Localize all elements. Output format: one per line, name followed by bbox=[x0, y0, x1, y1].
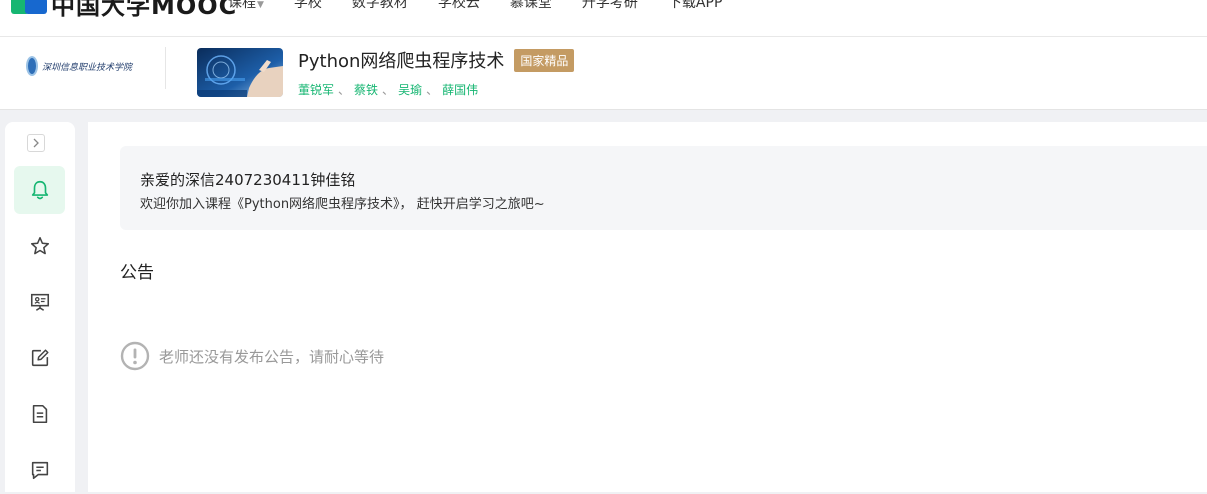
course-header: 深圳信息职业技术学院 Python网络爬虫程序技术 国家精品 董锐军、蔡铁、吴瑜… bbox=[0, 37, 1207, 110]
sidebar-item-courseware[interactable] bbox=[14, 278, 65, 326]
message-icon bbox=[31, 461, 48, 480]
nav-item-label: 课程 bbox=[228, 0, 256, 11]
national-quality-badge: 国家精品 bbox=[514, 48, 575, 72]
sidebar-item-assignments[interactable] bbox=[14, 334, 65, 382]
course-title: Python网络爬虫程序技术 bbox=[298, 51, 505, 72]
nav-item-mooc-classroom[interactable]: 慕课堂 bbox=[510, 0, 552, 12]
nav-item-schools[interactable]: 学校 bbox=[294, 0, 322, 12]
school-logo-text: 深圳信息职业技术学院 bbox=[41, 62, 132, 73]
nav-item-download-app[interactable]: 下载APP bbox=[668, 0, 722, 12]
sidebar-item-favorites[interactable] bbox=[14, 222, 65, 270]
logo-mark-icon bbox=[11, 0, 47, 16]
announcements-title: 公告 bbox=[120, 263, 154, 283]
teacher-separator: 、 bbox=[338, 83, 351, 97]
expand-sidebar-button[interactable] bbox=[27, 134, 45, 152]
teacher-link[interactable]: 蔡铁 bbox=[354, 83, 378, 97]
bell-icon bbox=[31, 180, 48, 200]
school-logo[interactable]: 深圳信息职业技术学院 bbox=[26, 55, 132, 77]
main-content: 亲爱的深信2407230411钟佳铭 欢迎你加入课程《Python网络爬虫程序技… bbox=[88, 122, 1207, 492]
presentation-icon bbox=[30, 293, 49, 311]
teacher-link[interactable]: 薛国伟 bbox=[442, 83, 478, 97]
mooc-logo[interactable]: 中国大学MOOC bbox=[11, 0, 237, 20]
star-icon bbox=[30, 236, 49, 255]
welcome-message: 欢迎你加入课程《Python网络爬虫程序技术》， 赶快开启学习之旅吧~ bbox=[140, 197, 545, 212]
divider bbox=[165, 47, 166, 89]
teacher-separator: 、 bbox=[426, 83, 439, 97]
course-title-row: Python网络爬虫程序技术 国家精品 bbox=[298, 47, 575, 73]
nav-menu: 课程▼ 学校 数字教材 学校云 慕课堂 升学考研 下载APP bbox=[228, 0, 752, 12]
sidebar-item-discussion[interactable] bbox=[14, 446, 65, 494]
brand-name: 中国大学MOOC bbox=[51, 0, 238, 20]
welcome-card: 亲爱的深信2407230411钟佳铭 欢迎你加入课程《Python网络爬虫程序技… bbox=[120, 146, 1207, 230]
nav-item-exam-prep[interactable]: 升学考研 bbox=[582, 0, 638, 12]
edit-icon bbox=[31, 349, 49, 367]
nav-item-digital-textbooks[interactable]: 数字教材 bbox=[352, 0, 408, 12]
teacher-link[interactable]: 吴瑜 bbox=[398, 83, 422, 97]
document-icon bbox=[32, 404, 47, 424]
school-emblem-icon bbox=[26, 56, 38, 76]
sidebar-item-announcements[interactable] bbox=[14, 166, 65, 214]
caret-down-icon: ▼ bbox=[257, 0, 264, 10]
course-thumbnail[interactable] bbox=[197, 48, 283, 97]
teacher-link[interactable]: 董锐军 bbox=[298, 83, 334, 97]
teacher-separator: 、 bbox=[382, 83, 395, 97]
teacher-list: 董锐军、蔡铁、吴瑜、薛国伟 bbox=[298, 81, 478, 98]
welcome-greeting: 亲爱的深信2407230411钟佳铭 bbox=[140, 171, 356, 189]
course-sidebar bbox=[5, 122, 75, 492]
chevron-right-icon bbox=[33, 138, 39, 148]
nav-item-school-cloud[interactable]: 学校云 bbox=[438, 0, 480, 12]
empty-announcements-text: 老师还没有发布公告，请耐心等待 bbox=[159, 347, 385, 366]
nav-item-courses[interactable]: 课程▼ bbox=[228, 0, 264, 12]
exclamation-circle-icon bbox=[120, 341, 150, 371]
empty-announcements: 老师还没有发布公告，请耐心等待 bbox=[120, 341, 384, 371]
top-navigation: 中国大学MOOC 课程▼ 学校 数字教材 学校云 慕课堂 升学考研 下载APP bbox=[0, 0, 1207, 37]
sidebar-item-exams[interactable] bbox=[14, 390, 65, 438]
